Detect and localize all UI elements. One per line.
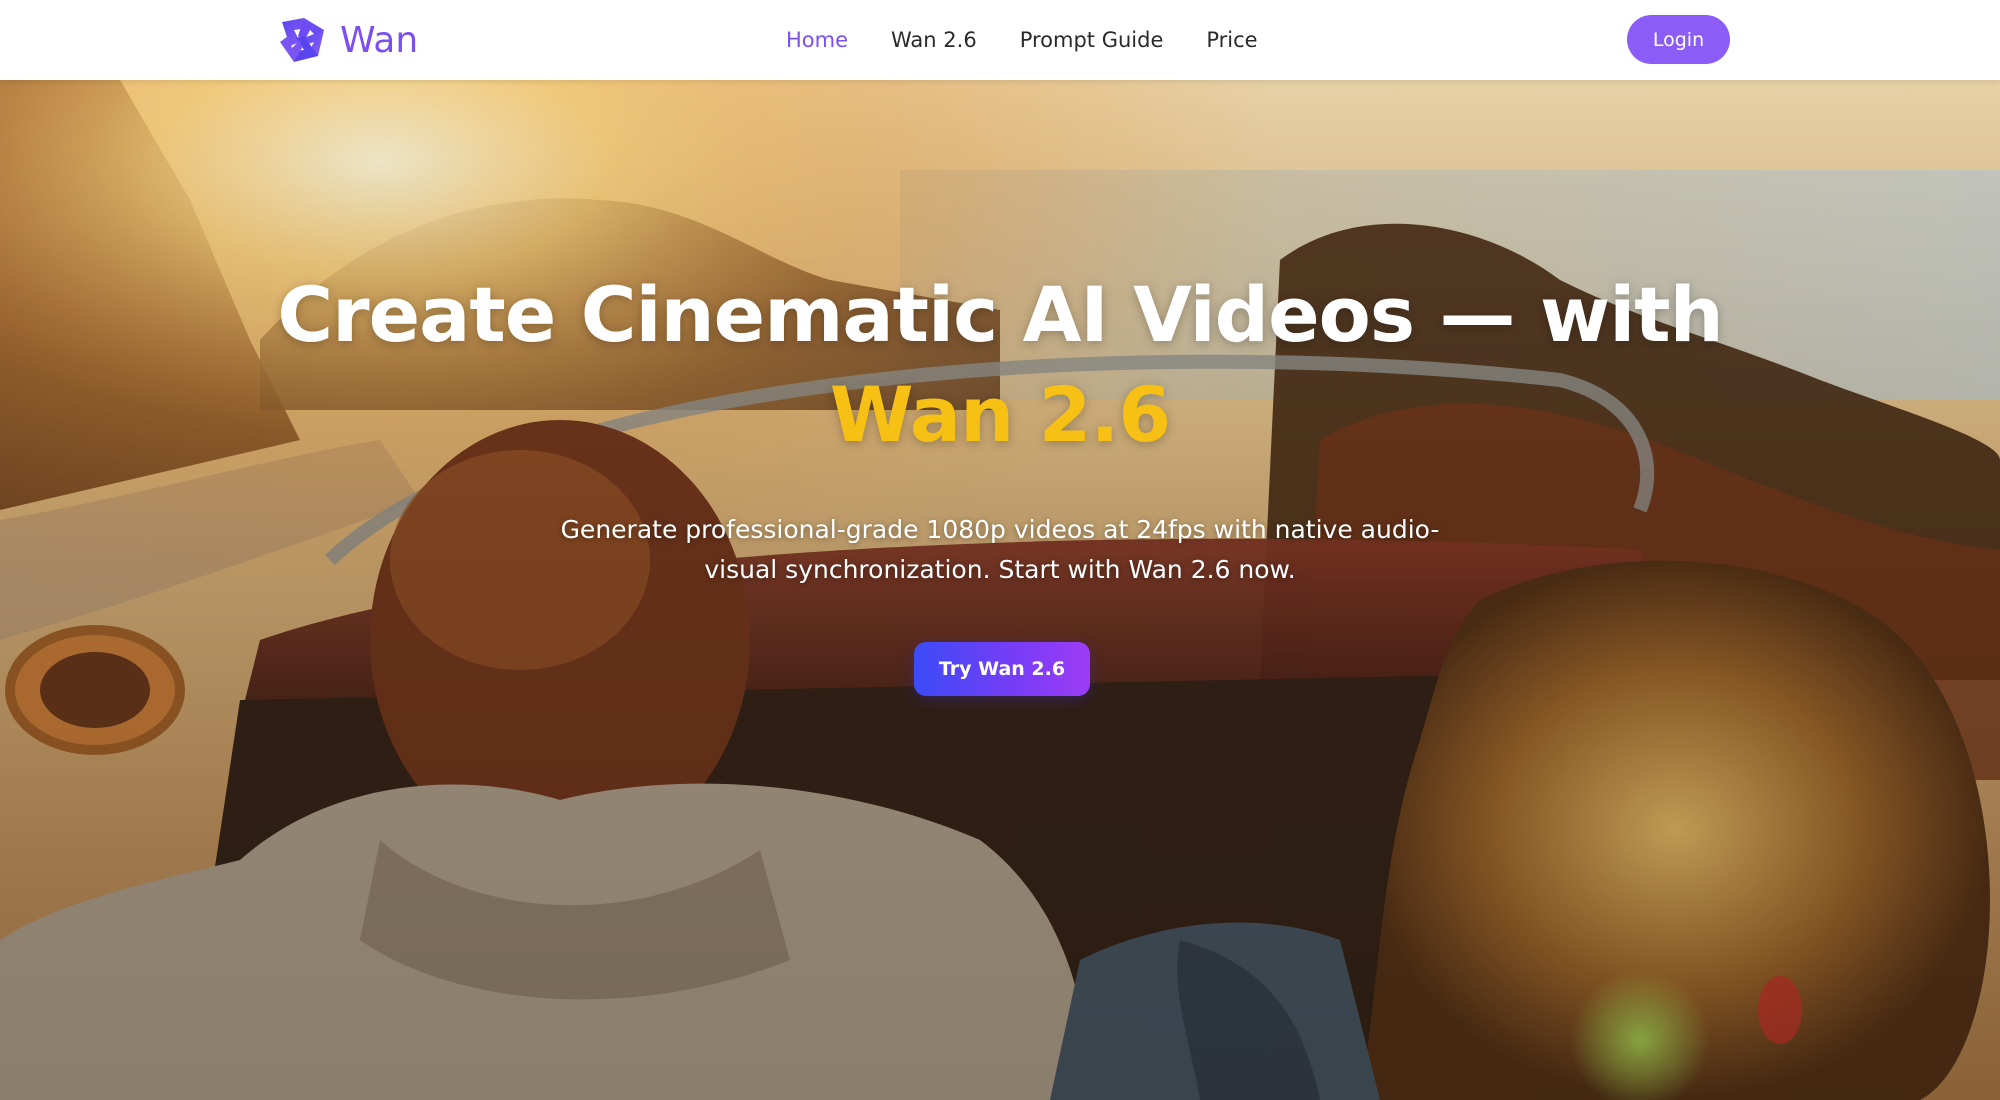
hero-section <box>0 80 2000 1100</box>
hero-title-line1: Create Cinematic AI Videos — with <box>277 270 1723 359</box>
nav-item-home[interactable]: Home <box>786 28 848 52</box>
brand-name: Wan <box>340 19 419 61</box>
main-nav: Home Wan 2.6 Prompt Guide Price <box>786 0 1258 80</box>
top-navbar: Wan Home Wan 2.6 Prompt Guide Price Logi… <box>0 0 2000 80</box>
brand-logo[interactable]: Wan <box>274 12 418 68</box>
hero-overlay <box>0 80 2000 1100</box>
wan-logo-icon <box>274 12 330 68</box>
nav-item-price[interactable]: Price <box>1206 28 1257 52</box>
hero-title: Create Cinematic AI Videos — with Wan 2.… <box>0 265 2000 465</box>
try-wan-button[interactable]: Try Wan 2.6 <box>914 642 1090 696</box>
nav-item-prompt-guide[interactable]: Prompt Guide <box>1020 28 1164 52</box>
hero-subtitle: Generate professional-grade 1080p videos… <box>560 515 1440 584</box>
login-button[interactable]: Login <box>1627 15 1730 64</box>
landing-page: Wan Home Wan 2.6 Prompt Guide Price Logi… <box>0 0 2000 1100</box>
nav-item-wan-2-6[interactable]: Wan 2.6 <box>891 28 977 52</box>
hero-title-highlight: Wan 2.6 <box>829 370 1172 459</box>
